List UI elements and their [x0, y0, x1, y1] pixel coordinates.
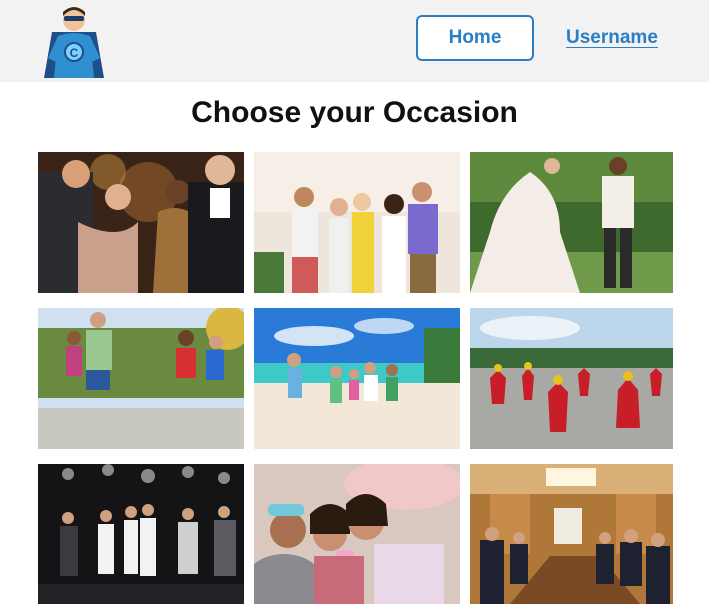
occasion-tile-running[interactable]	[38, 308, 244, 449]
party-toast-photo	[38, 152, 244, 293]
occasion-tile-sleepover[interactable]	[254, 464, 460, 604]
traditional-dance-photo	[470, 308, 673, 449]
occasion-tile-beach[interactable]	[254, 308, 460, 449]
occasion-tile-friends[interactable]	[254, 152, 460, 293]
occasion-tile-party[interactable]	[38, 152, 244, 293]
occasion-tile-nightclub[interactable]	[38, 464, 244, 604]
group-running-photo	[38, 308, 244, 449]
superhero-logo-icon[interactable]: C	[38, 2, 110, 80]
family-beach-photo	[254, 308, 460, 449]
occasion-tile-wedding[interactable]	[470, 152, 673, 293]
username-link[interactable]: Username	[566, 27, 658, 49]
home-button[interactable]: Home	[416, 15, 534, 61]
nightclub-dancing-photo	[38, 464, 244, 604]
sleepover-selfie-photo	[254, 464, 460, 604]
top-header: C Home Username	[0, 0, 709, 82]
occasion-grid	[38, 152, 673, 604]
business-meeting-photo	[470, 464, 673, 604]
wedding-couple-photo	[470, 152, 673, 293]
svg-text:C: C	[70, 46, 79, 60]
occasion-tile-business[interactable]	[470, 464, 673, 604]
page-title: Choose your Occasion	[191, 96, 518, 129]
friends-celebrating-photo	[254, 152, 460, 293]
occasion-tile-dance[interactable]	[470, 308, 673, 449]
